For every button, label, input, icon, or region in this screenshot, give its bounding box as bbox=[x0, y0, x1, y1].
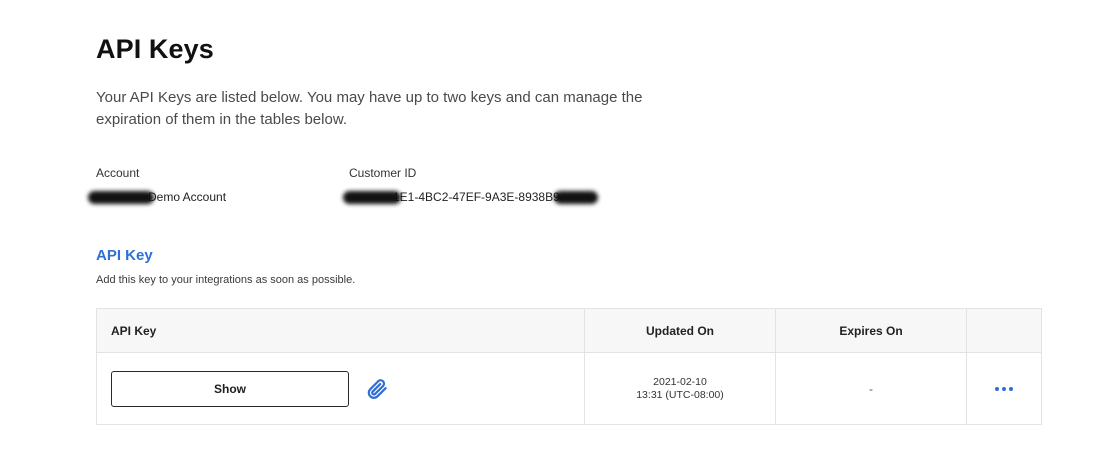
customer-id-text: 1E1-4BC2-47EF-9A3E-8938B9 bbox=[393, 190, 560, 204]
account-value: Demo Account bbox=[88, 189, 227, 205]
account-label: Account bbox=[96, 166, 140, 180]
section-subtitle: Add this key to your integrations as soo… bbox=[96, 274, 356, 286]
column-header-api-key: API Key bbox=[96, 308, 585, 353]
column-header-actions bbox=[966, 308, 1042, 353]
column-header-expires-on: Expires On bbox=[775, 308, 967, 353]
expires-value: - bbox=[869, 381, 873, 396]
account-name-text: Demo Account bbox=[148, 190, 227, 204]
updated-time: 13:31 (UTC-08:00) bbox=[636, 388, 724, 401]
cell-updated-on: 2021-02-10 13:31 (UTC-08:00) bbox=[584, 352, 776, 425]
page-title: API Keys bbox=[96, 34, 214, 64]
updated-date: 2021-02-10 bbox=[653, 375, 707, 388]
section-title: API Key bbox=[96, 247, 153, 264]
more-dot bbox=[995, 387, 999, 391]
more-horizontal-icon[interactable] bbox=[991, 381, 1017, 397]
api-keys-table: API Key Updated On Expires On Show 2021-… bbox=[96, 308, 1042, 425]
key-controls: Show bbox=[111, 370, 584, 407]
show-key-button[interactable]: Show bbox=[111, 370, 349, 407]
redacted-mark bbox=[343, 191, 401, 205]
table-header-row: API Key Updated On Expires On bbox=[96, 308, 1042, 353]
redacted-mark bbox=[88, 191, 154, 205]
cell-api-key: Show bbox=[96, 352, 585, 425]
cell-expires-on: - bbox=[775, 352, 967, 425]
account-info: Account Demo Account bbox=[88, 165, 227, 205]
paperclip-icon[interactable] bbox=[365, 377, 389, 401]
table-row: Show 2021-02-10 13:31 (UTC-08:00) - bbox=[96, 352, 1042, 425]
api-keys-page: API Keys Your API Keys are listed below.… bbox=[0, 0, 1118, 476]
more-dot bbox=[1009, 387, 1013, 391]
more-dot bbox=[1002, 387, 1006, 391]
page-description: Your API Keys are listed below. You may … bbox=[96, 89, 643, 128]
customer-id-value: 1E1-4BC2-47EF-9A3E-8938B9 bbox=[343, 189, 598, 205]
column-header-updated-on: Updated On bbox=[584, 308, 776, 353]
cell-actions bbox=[966, 352, 1042, 425]
customer-info: Customer ID 1E1-4BC2-47EF-9A3E-8938B9 bbox=[343, 165, 598, 205]
customer-id-label: Customer ID bbox=[349, 166, 417, 180]
redacted-mark bbox=[553, 191, 598, 205]
